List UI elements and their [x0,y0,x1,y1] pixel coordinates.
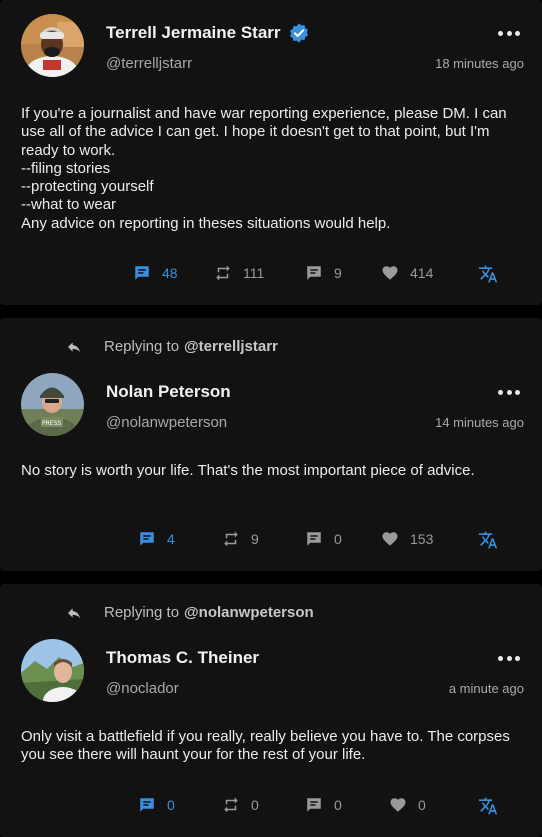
repost-icon [216,265,230,281]
repost-button[interactable]: 0 [222,796,259,814]
author-name-row: Thomas C. Theiner [106,648,259,668]
reply-arrow-icon [68,607,80,618]
like-button[interactable]: 414 [381,264,433,282]
replying-to-handle[interactable]: @nolanwpeterson [184,604,314,621]
heart-icon [390,798,406,812]
action-bar: 4 9 0 153 [0,530,542,552]
reply-button[interactable]: 9 [305,264,342,282]
reply-count: 9 [334,265,342,281]
author-handle[interactable]: @terrelljstarr [106,55,192,72]
repost-icon [224,531,238,547]
repost-icon [224,797,238,813]
more-options-icon[interactable] [498,654,520,662]
reply-arrow-icon [68,341,80,352]
action-bar: 48 111 9 414 [0,264,542,286]
reply-count: 0 [334,797,342,813]
comment-button[interactable]: 0 [138,796,175,814]
comment-icon [140,532,154,546]
more-options-icon[interactable] [498,29,520,37]
repost-count: 111 [243,265,265,281]
post-text: No story is worth your life. That's the … [21,462,475,479]
reply-count-icon [307,532,321,546]
avatar[interactable] [21,639,84,702]
comment-count: 48 [162,265,178,281]
post-text: Only visit a battlefield if you really, … [21,728,510,764]
repost-button[interactable]: 111 [214,264,264,282]
reply-count-icon [307,798,321,812]
post-card: Replying to @terrelljstarr PRESS Nolan P… [0,318,542,571]
comment-count: 0 [167,797,175,813]
post-time: 18 minutes ago [435,56,524,71]
like-count: 153 [410,531,434,547]
post-card: Replying to @nolanwpeterson Thomas C. Th… [0,584,542,837]
reply-button[interactable]: 0 [305,796,342,814]
like-button[interactable]: 0 [389,796,426,814]
replying-to: Replying to @nolanwpeterson [66,604,314,621]
svg-text:PRESS: PRESS [42,420,61,427]
like-button[interactable]: 153 [381,530,433,548]
comment-count: 4 [167,531,175,547]
like-count: 0 [418,797,426,813]
heart-icon [382,532,398,546]
repost-count: 9 [251,531,259,547]
reply-count-icon [307,266,321,280]
author-handle[interactable]: @nolanwpeterson [106,414,227,431]
like-count: 414 [410,265,434,281]
comment-button[interactable]: 4 [138,530,175,548]
comment-icon [135,266,149,280]
author-name-row: Terrell Jermaine Starr [106,22,310,44]
translate-icon[interactable] [478,530,498,550]
more-options-icon[interactable] [498,388,520,396]
avatar[interactable]: PRESS [21,373,84,436]
author-name[interactable]: Terrell Jermaine Starr [106,23,281,43]
replying-to-label: Replying to [104,604,180,621]
author-name-row: Nolan Peterson [106,382,231,402]
comment-button[interactable]: 48 [133,264,178,282]
post-time: 14 minutes ago [435,415,524,430]
repost-count: 0 [251,797,259,813]
author-handle[interactable]: @noclador [106,680,179,697]
heart-icon [382,266,398,280]
author-name[interactable]: Thomas C. Theiner [106,648,259,668]
avatar[interactable] [21,14,84,77]
verified-badge-icon [289,23,308,43]
replying-to-label: Replying to [104,338,180,355]
comment-icon [140,798,154,812]
translate-icon[interactable] [478,796,498,816]
post-card: Terrell Jermaine Starr @terrelljstarr 18… [0,0,542,305]
repost-button[interactable]: 9 [222,530,259,548]
post-time: a minute ago [448,681,524,696]
reply-button[interactable]: 0 [305,530,342,548]
replying-to-handle[interactable]: @terrelljstarr [184,338,278,355]
author-name[interactable]: Nolan Peterson [106,382,231,402]
action-bar: 0 0 0 0 [0,796,542,818]
post-text: If you're a journalist and have war repo… [21,105,507,232]
reply-count: 0 [334,531,342,547]
replying-to: Replying to @terrelljstarr [66,338,278,355]
translate-icon[interactable] [478,264,498,284]
